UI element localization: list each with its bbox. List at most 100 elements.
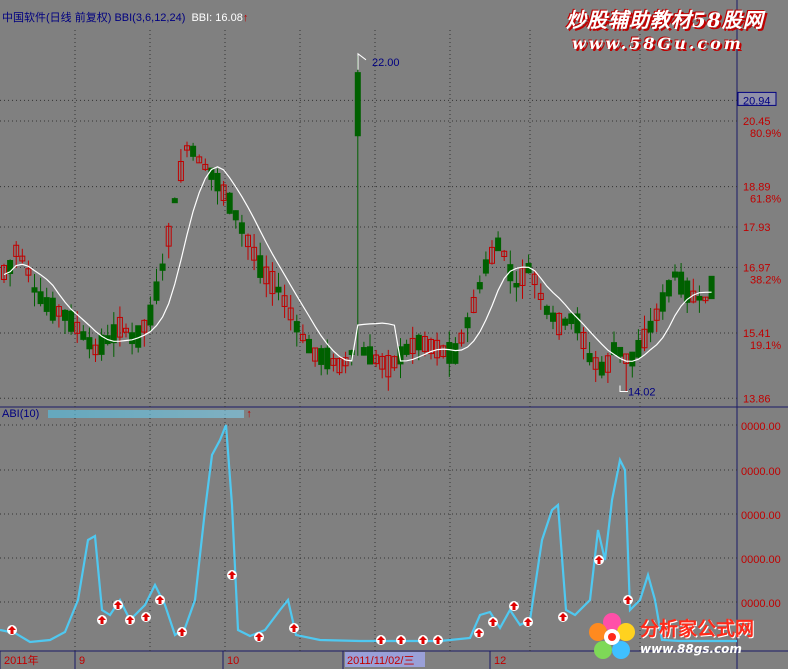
up-arrow-icon [113, 600, 123, 610]
max-label: 22.00 [372, 57, 400, 69]
up-arrow-icon [289, 623, 299, 633]
candle-body [147, 304, 154, 326]
abi-name: ABI(10) [2, 408, 40, 420]
candle [226, 192, 233, 215]
candle [177, 149, 184, 183]
candle [55, 304, 62, 328]
min-marker [619, 385, 628, 393]
candle [482, 251, 489, 277]
candle [489, 240, 495, 265]
candle [367, 334, 373, 365]
candle [385, 349, 392, 391]
stock-chart[interactable]: 20.94 20.4580.9% 18.8961.8% 17.93 16.9738.2%… [0, 0, 788, 669]
candle [147, 296, 154, 332]
candle [360, 341, 367, 356]
up-arrow-icon [254, 632, 264, 642]
candle [592, 350, 599, 383]
abi-value-bar [48, 410, 245, 419]
up-arrow-icon [7, 625, 17, 635]
flower-icon [589, 613, 635, 659]
site-logo[interactable]: 分析家公式网 www.88gs.com [588, 610, 788, 669]
abi-tick-label: 0000.00 [741, 466, 781, 478]
date-label: 2011年 [4, 653, 39, 667]
candle [165, 222, 172, 259]
up-arrow-icon [177, 627, 187, 637]
abi-tick-label: 0000.00 [741, 598, 781, 610]
date-label: 2011/11/02/三 [347, 655, 414, 667]
max-marker [357, 52, 367, 70]
candle [690, 278, 697, 304]
candle [586, 342, 593, 366]
candle [684, 277, 691, 313]
candle [702, 296, 709, 304]
candle-body [513, 283, 520, 288]
grid-lines [0, 0, 788, 669]
candle [92, 338, 99, 362]
date-label: 9 [79, 655, 85, 667]
up-arrow-icon [474, 628, 484, 638]
up-arrow-icon [594, 555, 604, 565]
candle [86, 327, 93, 359]
candle-body [324, 347, 331, 370]
up-arrow-icon [227, 570, 237, 580]
candle-body [568, 313, 575, 325]
up-arrow-icon: ↑ [242, 12, 249, 24]
date-label: 12 [494, 655, 506, 667]
candle [659, 284, 666, 320]
logo-url: www.88gs.com [640, 642, 742, 656]
candle [446, 331, 453, 377]
candle-body [629, 351, 636, 367]
candle [238, 214, 245, 247]
date-label: 10 [227, 655, 239, 667]
candle-body [68, 310, 75, 332]
candle [568, 312, 575, 330]
candle [373, 349, 380, 368]
candle-body [354, 72, 361, 137]
candlestick-series[interactable] [1, 55, 715, 392]
candle [196, 154, 203, 164]
candle-body [495, 237, 502, 252]
candle [421, 331, 428, 357]
candle [531, 269, 538, 299]
up-arrow-icon [396, 635, 406, 645]
candle [49, 291, 56, 324]
date-axis: 2011年 9 10 2011/11/02/三 12 [0, 651, 506, 669]
candle-body [62, 309, 68, 321]
candle-body [226, 192, 233, 214]
candle [98, 328, 105, 361]
candle [550, 305, 556, 330]
candle-body [415, 334, 422, 351]
up-arrow-icon [125, 615, 135, 625]
candle-body [37, 291, 44, 305]
candle [318, 345, 325, 376]
candle [580, 327, 587, 360]
candle-body [403, 343, 410, 355]
candle [598, 356, 605, 379]
candle [13, 241, 20, 268]
candle-body [647, 320, 654, 333]
watermark-url: www.58Gu.com [572, 34, 744, 53]
price-axis: 20.94 20.4580.9% 18.8961.8% 17.93 16.9738.2%… [737, 91, 781, 405]
candle [464, 312, 471, 343]
upper-header: 中国软件(日线 前复权) BBI(3,6,12,24) BBI: 16.08↑ [2, 9, 248, 25]
candle [104, 324, 111, 346]
candle [403, 339, 410, 357]
candle [537, 283, 544, 310]
candle-body [275, 286, 282, 293]
candle [257, 242, 264, 284]
candle [647, 308, 654, 343]
candle [635, 329, 642, 359]
candle-body [672, 271, 678, 278]
candle [470, 289, 477, 314]
candle-body [586, 353, 593, 363]
watermark-title: 炒股辅助教材58股网 [566, 8, 764, 32]
candle-body [49, 297, 56, 321]
candle [617, 346, 624, 363]
candle [501, 249, 508, 261]
candle [80, 325, 87, 341]
candle [202, 158, 209, 172]
candle [379, 353, 386, 379]
candle [31, 273, 38, 307]
candle [525, 254, 532, 274]
candle-body [43, 297, 50, 312]
